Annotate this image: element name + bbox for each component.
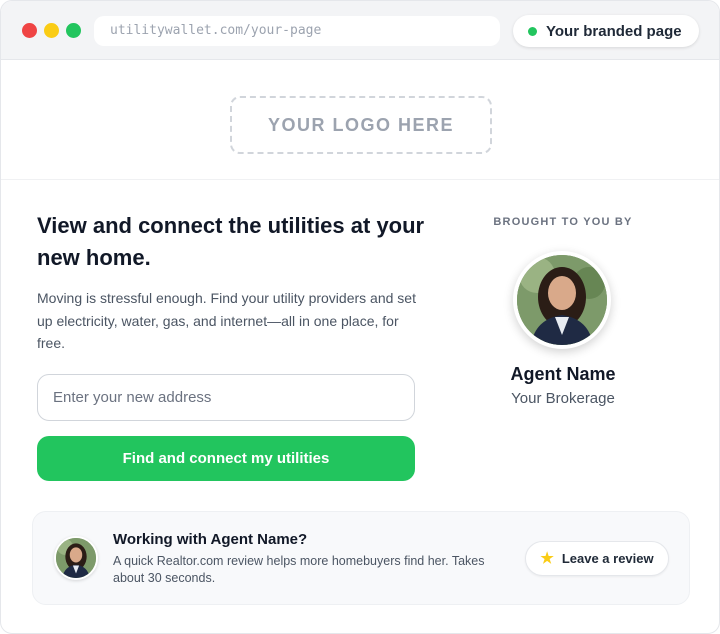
browser-chrome: utilitywallet.com/your-page Your branded…: [1, 1, 719, 60]
find-utilities-button[interactable]: Find and connect my utilities: [37, 436, 415, 481]
branded-page-label: Your branded page: [546, 22, 682, 40]
logo-placeholder: YOUR LOGO HERE: [230, 96, 492, 154]
agent-avatar: [513, 251, 611, 349]
page-subtext: Moving is stressful enough. Find your ut…: [37, 290, 416, 351]
close-window-button[interactable]: [22, 23, 37, 38]
minimize-window-button[interactable]: [44, 23, 59, 38]
page-headline: View and connect the utilities at your n…: [37, 213, 425, 270]
logo-section: YOUR LOGO HERE: [1, 61, 719, 180]
agent-avatar-small: [54, 536, 98, 580]
browser-window: utilitywallet.com/your-page Your branded…: [0, 0, 720, 634]
branded-page-badge: Your branded page: [513, 15, 699, 47]
leave-review-button[interactable]: ★ Leave a review: [525, 541, 669, 576]
agent-name: Agent Name: [510, 364, 616, 384]
star-icon: ★: [540, 550, 554, 567]
address-input[interactable]: [37, 374, 415, 421]
leave-review-label: Leave a review: [561, 551, 654, 566]
review-card: Working with Agent Name? A quick Realtor…: [32, 511, 690, 605]
maximize-window-button[interactable]: [66, 23, 81, 38]
review-title: Working with Agent Name?: [113, 531, 308, 548]
address-bar[interactable]: utilitywallet.com/your-page: [94, 16, 500, 46]
review-description: A quick Realtor.com review helps more ho…: [113, 554, 485, 585]
brought-to-you-by-label: BROUGHT TO YOU BY: [493, 216, 633, 228]
status-dot-icon: [528, 26, 537, 36]
agent-brokerage: Your Brokerage: [511, 390, 615, 407]
